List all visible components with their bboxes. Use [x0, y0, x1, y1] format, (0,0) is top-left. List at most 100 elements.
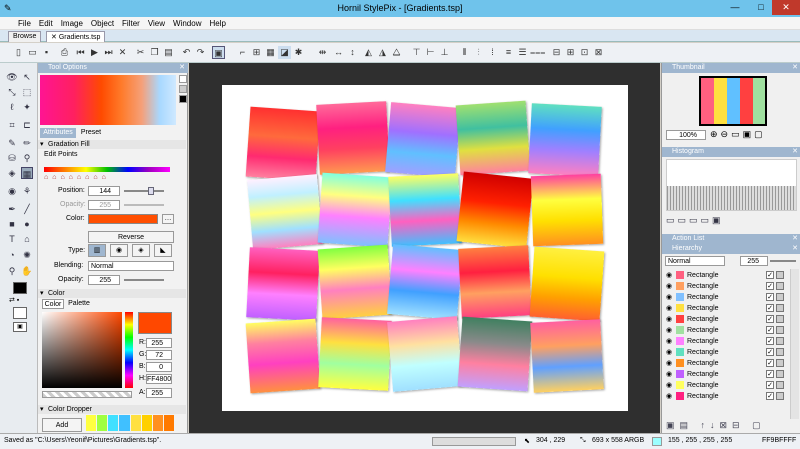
histogram-channel-buttons[interactable]: ▭▭▭▭▣	[666, 215, 724, 226]
position-input[interactable]: 144	[88, 186, 120, 196]
slice-icon[interactable]: ⊏	[21, 119, 33, 131]
opacity-slider[interactable]	[124, 204, 164, 206]
gradient-tool-icon[interactable]: ▦	[21, 167, 33, 179]
gradient-card[interactable]	[529, 246, 605, 322]
save-icon[interactable]: ▪	[40, 46, 53, 59]
gradient-card[interactable]	[316, 101, 390, 175]
eraser-icon[interactable]: ◈	[6, 167, 18, 179]
distribute-5-icon[interactable]: ☰	[516, 46, 529, 59]
reverse-button[interactable]: Reverse	[88, 231, 174, 243]
layer-scrollbar[interactable]	[790, 269, 799, 419]
flip-h-icon[interactable]: ⇹	[316, 46, 329, 59]
pen-icon[interactable]: ✒	[6, 203, 18, 215]
align-center-icon[interactable]: ◮	[376, 46, 389, 59]
rect-select-icon[interactable]: ⬚	[21, 86, 33, 98]
shape-icon[interactable]: ■	[6, 218, 18, 230]
tab-preset[interactable]: Preset	[78, 128, 104, 138]
clone-icon[interactable]: ⚘	[21, 185, 33, 197]
blending-select[interactable]: Normal	[88, 261, 174, 271]
layer-row[interactable]: ◉ Rectangle ✓	[662, 303, 788, 314]
position-slider[interactable]	[124, 190, 164, 192]
tab-attributes[interactable]: Attributes	[40, 128, 76, 138]
type-square-button[interactable]: ◈	[132, 244, 150, 257]
layer-row[interactable]: ◉ Rectangle ✓	[662, 391, 788, 402]
spacing-3-icon[interactable]: ⊡	[578, 46, 591, 59]
view-icon[interactable]: 👁	[6, 71, 18, 83]
gradient-card[interactable]	[528, 103, 602, 177]
gradient-card[interactable]	[530, 173, 604, 247]
first-icon[interactable]: ⏮	[74, 46, 87, 59]
undo-icon[interactable]: ↶	[180, 46, 193, 59]
type-radial-button[interactable]: ◉	[110, 244, 128, 257]
close-icon[interactable]: ✕	[51, 34, 59, 41]
more-button[interactable]: …	[162, 214, 174, 224]
swap-colors-icon[interactable]: ⇄ ▪	[9, 296, 19, 304]
lasso-icon[interactable]: ℓ	[6, 101, 18, 113]
stamp-icon[interactable]: ⌂	[21, 233, 33, 245]
distribute-1-icon[interactable]: ⫴	[458, 46, 471, 59]
gradient-card[interactable]	[387, 244, 463, 320]
ruler-icon[interactable]: ⌐	[236, 46, 249, 59]
distribute-4-icon[interactable]: ≡	[502, 46, 515, 59]
tab-palette[interactable]: Palette	[66, 299, 92, 309]
menu-file[interactable]: File	[14, 17, 35, 28]
panel-toggle-icon[interactable]: ▣	[212, 46, 225, 59]
gradient-card[interactable]	[530, 319, 604, 393]
gradient-card[interactable]	[457, 316, 533, 392]
fill-icon[interactable]: ⛁	[6, 152, 18, 164]
distribute-6-icon[interactable]: ⩶	[530, 46, 545, 59]
opacity2-slider[interactable]	[124, 279, 164, 281]
layer-row[interactable]: ◉ Rectangle ✓	[662, 336, 788, 347]
tab-browse[interactable]: Browse	[8, 31, 42, 42]
image-canvas[interactable]	[222, 85, 628, 411]
gradient-card[interactable]	[388, 173, 462, 247]
redeye-icon[interactable]: ◉	[6, 185, 18, 197]
red-input[interactable]: 255	[146, 338, 172, 348]
dropper-swatches[interactable]	[86, 415, 174, 431]
align-middle-icon[interactable]: ⊢	[424, 46, 437, 59]
gradient-card[interactable]	[246, 247, 320, 321]
transform-icon[interactable]: ⤡	[6, 86, 18, 98]
layer-row[interactable]: ◉ Rectangle ✓	[662, 314, 788, 325]
screen-mode-icon[interactable]: ▣	[13, 322, 27, 332]
background-color[interactable]	[13, 307, 27, 319]
hand-icon[interactable]: ✋	[21, 265, 33, 277]
brush-icon[interactable]: ✎	[6, 137, 18, 149]
close-icon[interactable]: ✕	[792, 244, 798, 254]
color-picker-icon[interactable]: ◔	[6, 249, 18, 261]
zoom-controls[interactable]: ⊕⊖▭▣▢	[710, 129, 766, 140]
align-top-icon[interactable]: ⊤	[410, 46, 423, 59]
pencil-icon[interactable]: ✏	[21, 137, 33, 149]
menu-help[interactable]: Help	[205, 17, 229, 28]
align-left-icon[interactable]: ◭	[362, 46, 375, 59]
gradient-card[interactable]	[245, 106, 321, 182]
gradient-card[interactable]	[247, 174, 323, 250]
gradient-bar[interactable]	[44, 167, 170, 172]
menu-edit[interactable]: Edit	[35, 17, 57, 28]
layer-blend-select[interactable]: Normal	[665, 256, 725, 266]
effect-icon[interactable]: ✺	[21, 249, 33, 261]
align-bottom-icon[interactable]: ⊥	[438, 46, 451, 59]
gradient-card[interactable]	[318, 317, 392, 391]
layer-opacity-slider[interactable]	[770, 260, 796, 262]
cut-icon[interactable]: ✂	[134, 46, 147, 59]
layer-row[interactable]: ◉ Rectangle ✓	[662, 369, 788, 380]
opacity-input[interactable]: 255	[88, 200, 120, 210]
next-icon[interactable]: ▶	[88, 46, 101, 59]
alpha-input[interactable]: 255	[146, 388, 172, 398]
gradient-stops[interactable]: ⌂⌂⌂⌂⌂⌂⌂⌂	[44, 174, 172, 183]
green-input[interactable]: 72	[146, 350, 172, 360]
magic-wand-icon[interactable]: ✦	[21, 101, 33, 113]
gradient-card[interactable]	[385, 102, 461, 178]
gradient-card[interactable]	[317, 244, 393, 320]
close-doc-icon[interactable]: ✕	[116, 46, 129, 59]
flip-v-icon[interactable]: ↔	[332, 46, 345, 59]
layer-row[interactable]: ◉ Rectangle ✓	[662, 325, 788, 336]
spacing-2-icon[interactable]: ⊞	[564, 46, 577, 59]
layer-row[interactable]: ◉ Rectangle ✓	[662, 380, 788, 391]
menu-view[interactable]: View	[144, 17, 169, 28]
open-icon[interactable]: ▭	[26, 46, 39, 59]
redo-icon[interactable]: ↷	[194, 46, 207, 59]
spacing-4-icon[interactable]: ⊠	[592, 46, 605, 59]
foreground-color[interactable]	[13, 282, 27, 294]
